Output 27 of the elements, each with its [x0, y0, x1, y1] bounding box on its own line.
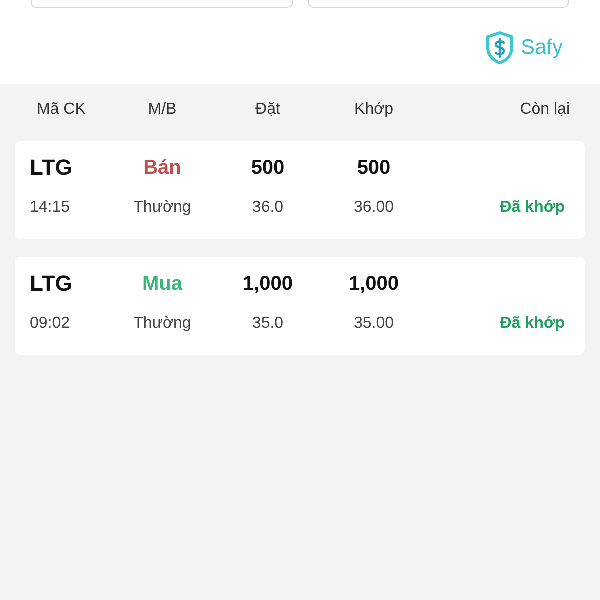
order-type: Thường — [132, 314, 192, 334]
order-type: Thường — [132, 198, 192, 218]
matched-quantity: 500 — [356, 156, 392, 181]
column-header: Mã CK — [36, 101, 87, 120]
stock-symbol: LTG — [30, 156, 74, 182]
column-header: Khớp — [354, 101, 394, 120]
matched-price: 35.00 — [352, 314, 396, 334]
order-quantity: 500 — [250, 156, 286, 181]
order-status: Đã khớp — [499, 198, 565, 218]
order-status: Đã khớp — [499, 314, 565, 334]
order-price: 36.0 — [251, 198, 285, 218]
input-field[interactable] — [31, 0, 292, 8]
matched-quantity: 1,000 — [348, 272, 400, 297]
input-field[interactable] — [308, 0, 569, 8]
order-price: 35.0 — [251, 314, 285, 334]
shield-dollar-icon — [484, 31, 515, 65]
matched-price: 36.00 — [352, 198, 396, 218]
column-header: Còn lại — [519, 101, 570, 120]
order-time: 14:15 — [30, 198, 72, 218]
order-time: 09:02 — [30, 314, 72, 334]
brand-logo: Safy — [484, 31, 563, 65]
order-side: Mua — [142, 272, 184, 297]
order-quantity: 1,000 — [242, 272, 294, 297]
order-side: Bán — [142, 156, 182, 181]
column-header: Đặt — [254, 101, 282, 120]
stock-symbol: LTG — [30, 272, 74, 298]
column-header: M/B — [147, 101, 178, 120]
